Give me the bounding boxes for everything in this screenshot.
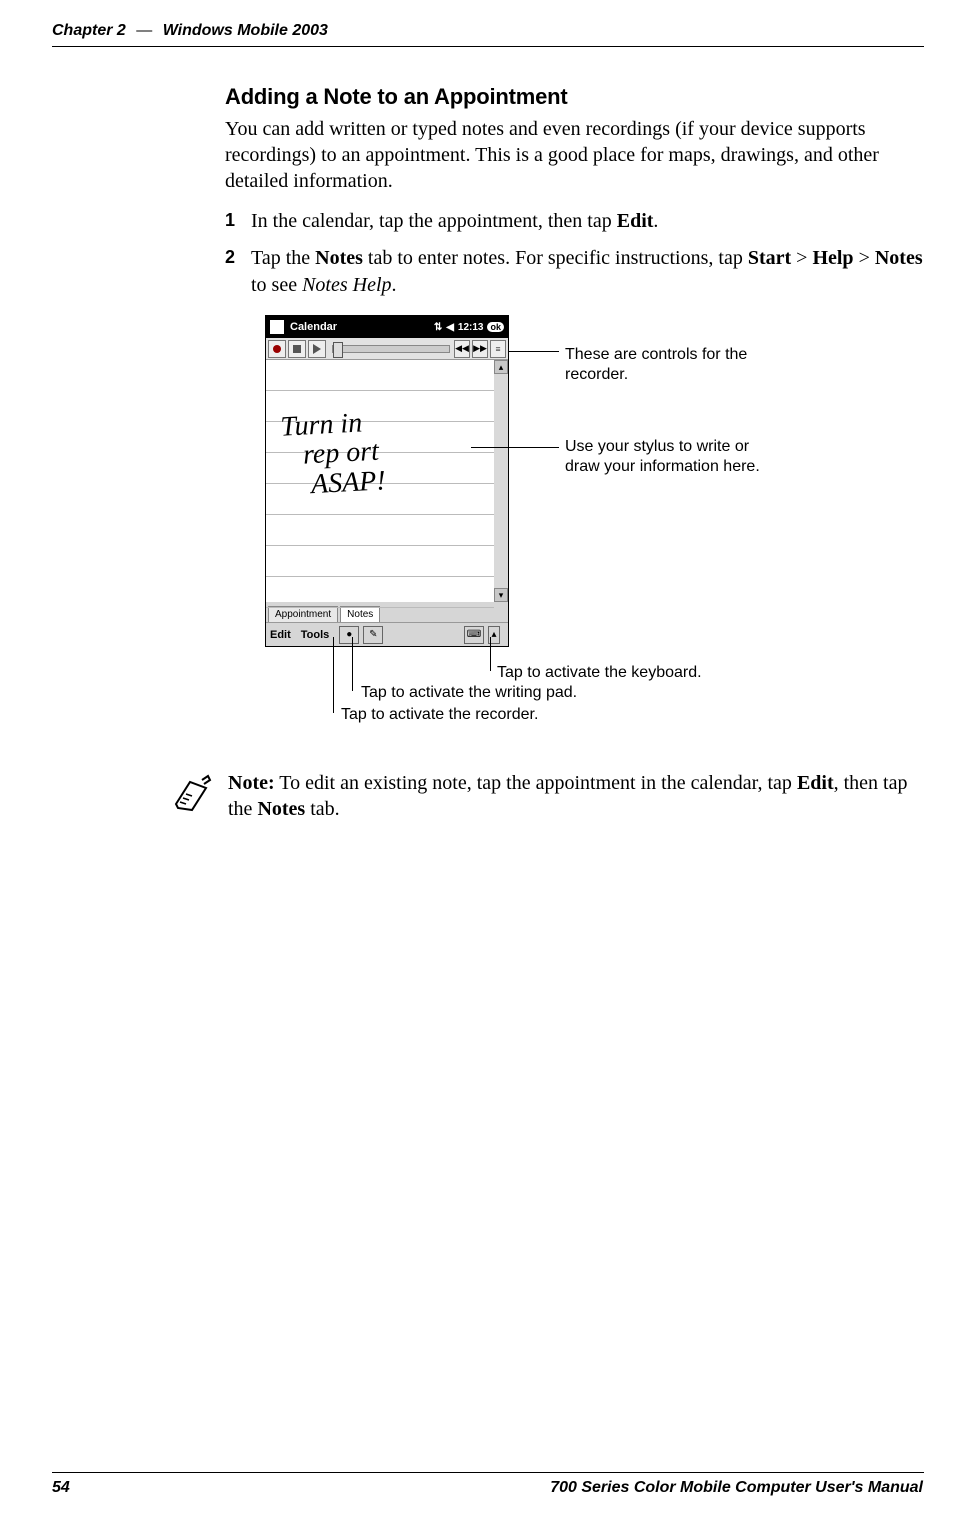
callout-keyboard: Tap to activate the keyboard. [497, 663, 702, 683]
volume-icon[interactable]: ◀ [446, 322, 454, 333]
recorder-toggle-icon[interactable]: ● [339, 626, 359, 644]
step-number: 1 [225, 208, 235, 232]
writing-pad-icon[interactable]: ✎ [363, 626, 383, 644]
main-content: Adding a Note to an Appointment You can … [225, 80, 925, 745]
leader-line [471, 447, 559, 448]
section-intro: You can add written or typed notes and e… [225, 116, 925, 194]
device-titlebar: Calendar ⇅ ◀ 12:13 ok [266, 316, 508, 338]
callout-recorder: Tap to activate the recorder. [341, 705, 538, 725]
callout-stylus-area: Use your stylus to write or draw your in… [565, 437, 765, 477]
recorder-options-button[interactable]: ≡ [490, 340, 506, 358]
notes-canvas[interactable]: ▴ ▾ Turn in rep ort ASAP! [266, 360, 508, 602]
record-button[interactable] [268, 340, 286, 358]
note-icon [172, 774, 212, 820]
step-number: 2 [225, 245, 235, 269]
leader-line [490, 637, 491, 671]
stop-button[interactable] [288, 340, 306, 358]
device-screenshot: Calendar ⇅ ◀ 12:13 ok ◀◀ ▶▶ ≡ ▴ ▾ [265, 315, 509, 647]
next-track-button[interactable]: ▶▶ [472, 340, 488, 358]
callout-recorder-controls: These are controls for the recorder. [565, 345, 765, 385]
page-header: Chapter 2 — Windows Mobile 2003 [52, 22, 328, 40]
tab-appointment[interactable]: Appointment [268, 606, 338, 622]
prev-track-button[interactable]: ◀◀ [454, 340, 470, 358]
connectivity-icon[interactable]: ⇅ [434, 322, 442, 333]
leader-line [352, 637, 353, 691]
menu-tools[interactable]: Tools [301, 629, 330, 641]
titlebar-title: Calendar [290, 321, 434, 333]
step-text: In the calendar, tap the appointment, th… [251, 210, 658, 232]
keyboard-icon[interactable]: ⌨ [464, 626, 484, 644]
callout-writing-pad: Tap to activate the writing pad. [361, 683, 577, 703]
steps-list: 1 In the calendar, tap the appointment, … [225, 208, 925, 299]
footer-title: 700 Series Color Mobile Computer User's … [550, 1479, 923, 1497]
start-icon[interactable] [270, 320, 284, 334]
playback-slider[interactable] [332, 345, 450, 353]
step-1: 1 In the calendar, tap the appointment, … [225, 208, 925, 235]
header-rule [52, 46, 924, 47]
slider-knob[interactable] [333, 342, 343, 358]
menu-edit[interactable]: Edit [270, 629, 291, 641]
header-chapter: Chapter 2 [52, 22, 126, 39]
section-heading: Adding a Note to an Appointment [225, 84, 925, 110]
step-2: 2 Tap the Notes tab to enter notes. For … [225, 245, 925, 299]
scroll-up-button[interactable]: ▴ [494, 360, 508, 374]
leader-line [509, 351, 559, 352]
figure: Calendar ⇅ ◀ 12:13 ok ◀◀ ▶▶ ≡ ▴ ▾ [225, 315, 925, 745]
page-number: 54 [52, 1479, 70, 1497]
play-button[interactable] [308, 340, 326, 358]
leader-line [333, 637, 334, 713]
note-block: Note: To edit an existing note, tap the … [172, 770, 924, 822]
footer-rule [52, 1472, 924, 1473]
menu-bar: Edit Tools ● ✎ ⌨ ▴ [266, 622, 508, 646]
scroll-down-button[interactable]: ▾ [494, 588, 508, 602]
handwritten-note: Turn in rep ort ASAP! [280, 407, 387, 500]
header-separator: — [130, 22, 158, 39]
note-label: Note: [228, 772, 275, 794]
tab-notes[interactable]: Notes [340, 606, 380, 622]
note-text: Note: To edit an existing note, tap the … [228, 770, 924, 822]
titlebar-time[interactable]: 12:13 [458, 322, 484, 333]
header-title: Windows Mobile 2003 [163, 22, 328, 39]
step-text: Tap the Notes tab to enter notes. For sp… [251, 247, 923, 296]
ok-button[interactable]: ok [487, 322, 504, 332]
recorder-toolbar: ◀◀ ▶▶ ≡ [266, 338, 508, 360]
